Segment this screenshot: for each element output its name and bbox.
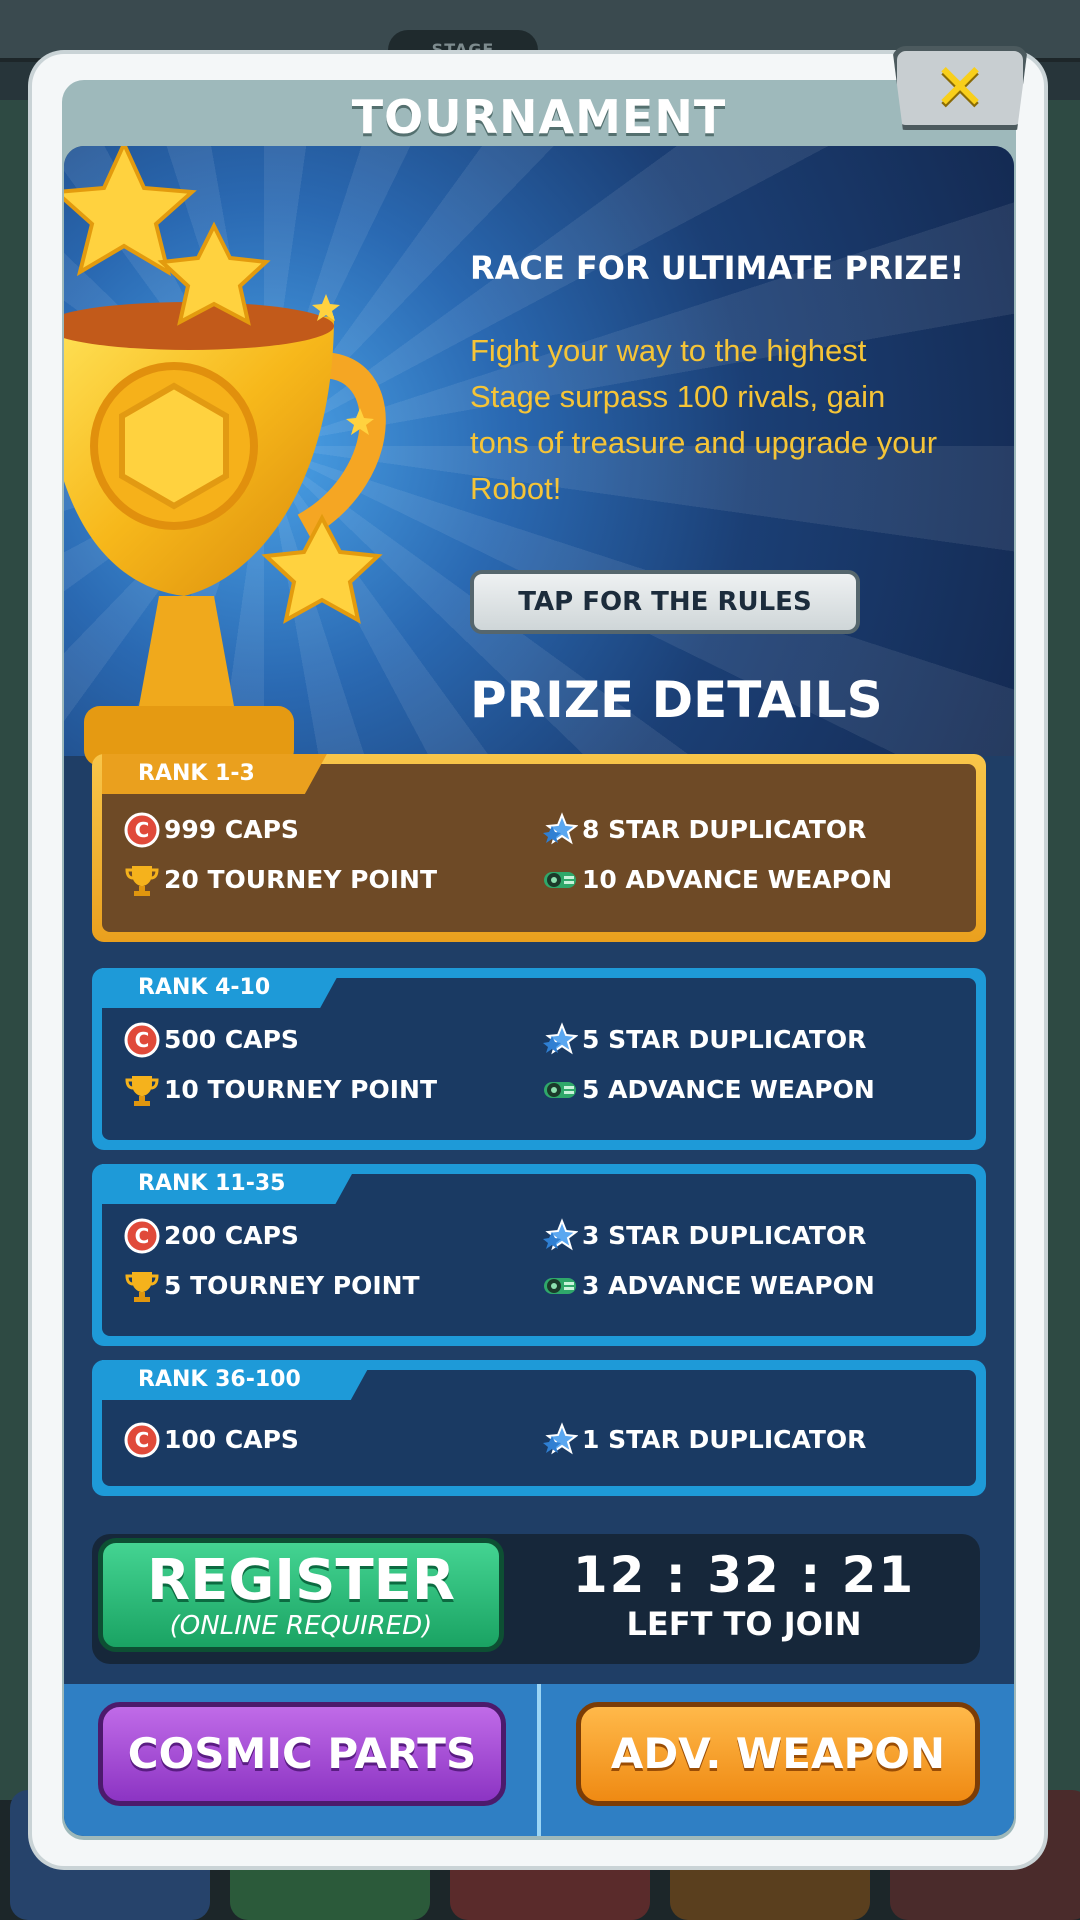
star-icon [261, 513, 383, 624]
rank-label: RANK 1-3 [102, 754, 327, 794]
reward-advance-weapon: 5 ADVANCE WEAPON [542, 1072, 875, 1108]
caps-icon: C [124, 812, 160, 848]
rank-card: RANK 4-10 C 500 CAPS 10 TOURNEY POINT 5 … [92, 968, 986, 1150]
caps-icon: C [124, 1218, 160, 1254]
background-right-strip [1046, 100, 1080, 1800]
register-sublabel: (ONLINE REQUIRED) [169, 1611, 433, 1641]
rank-label: RANK 11-35 [102, 1164, 357, 1204]
hero-description: Fight your way to the highest Stage surp… [470, 333, 938, 506]
advance-weapon-icon [544, 1082, 576, 1098]
reward-star-duplicator: 3 STAR DUPLICATOR [542, 1218, 866, 1254]
trophy-emblem-hex [119, 382, 229, 510]
cosmic-parts-button[interactable]: COSMIC PARTS [98, 1702, 506, 1806]
reward-caps: C 200 CAPS [124, 1218, 299, 1254]
rank-card: RANK 11-35 C 200 CAPS 5 TOURNEY POINT 3 … [92, 1164, 986, 1346]
trophy-stem [139, 596, 234, 706]
prize-details-heading: PRIZE DETAILS [470, 671, 883, 729]
timer-label: LEFT TO JOIN [626, 1605, 862, 1643]
star-duplicator-icon [543, 812, 578, 845]
caps-icon: C [124, 1422, 160, 1458]
svg-text:C: C [135, 1028, 150, 1052]
advance-weapon-icon [544, 872, 576, 888]
svg-text:C: C [135, 1428, 150, 1452]
reward-caps: C 100 CAPS [124, 1422, 299, 1458]
reward-caps: C 999 CAPS [124, 812, 299, 848]
close-x-icon: ✕ [933, 51, 987, 125]
reward-caps: C 500 CAPS [124, 1022, 299, 1058]
star-duplicator-icon [543, 1022, 578, 1055]
star-duplicator-icon [543, 1218, 578, 1251]
reward-tourney-point: 20 TOURNEY POINT [124, 862, 437, 898]
join-timer: 12 : 32 : 21 LEFT TO JOIN [514, 1546, 974, 1644]
reward-advance-weapon: 3 ADVANCE WEAPON [542, 1268, 875, 1304]
dialog-title: TOURNAMENT [351, 90, 727, 144]
reward-tourney-point: 5 TOURNEY POINT [124, 1268, 420, 1304]
rank-card: RANK 1-3 C 999 CAPS 20 TOURNEY POINT 8 S… [92, 754, 986, 942]
timer-value: 12 : 32 : 21 [572, 1546, 916, 1604]
reward-tourney-point: 10 TOURNEY POINT [124, 1072, 437, 1108]
svg-text:C: C [135, 1224, 150, 1248]
reward-advance-weapon: 10 ADVANCE WEAPON [542, 862, 892, 898]
star-duplicator-icon [543, 1422, 578, 1455]
bottom-divider [537, 1684, 541, 1836]
reward-star-duplicator: 8 STAR DUPLICATOR [542, 812, 866, 848]
register-label: REGISTER [146, 1548, 456, 1613]
svg-text:C: C [135, 818, 150, 842]
rank-label: RANK 36-100 [102, 1360, 373, 1400]
background-left-strip [0, 100, 34, 1800]
reward-star-duplicator: 5 STAR DUPLICATOR [542, 1022, 866, 1058]
register-button[interactable]: REGISTER (ONLINE REQUIRED) [98, 1538, 504, 1652]
rank-card: RANK 36-100 C 100 CAPS 1 STAR DUPLICATOR [92, 1360, 986, 1496]
trophy-illustration [64, 146, 386, 766]
reward-star-duplicator: 1 STAR DUPLICATOR [542, 1422, 866, 1458]
rules-button[interactable]: TAP FOR THE RULES [470, 570, 860, 634]
trophy-icon [125, 1076, 159, 1106]
content-panel: RACE FOR ULTIMATE PRIZE! Fight your way … [64, 146, 1014, 1836]
advance-weapon-icon [544, 1278, 576, 1294]
close-button[interactable]: ✕ [892, 46, 1028, 130]
adv-weapon-button[interactable]: ADV. WEAPON [576, 1702, 980, 1806]
star-icon [64, 146, 197, 277]
hero-heading: RACE FOR ULTIMATE PRIZE! [470, 249, 965, 287]
trophy-icon [125, 866, 159, 896]
trophy-icon [125, 1272, 159, 1302]
caps-icon: C [124, 1022, 160, 1058]
rank-label: RANK 4-10 [102, 968, 342, 1008]
